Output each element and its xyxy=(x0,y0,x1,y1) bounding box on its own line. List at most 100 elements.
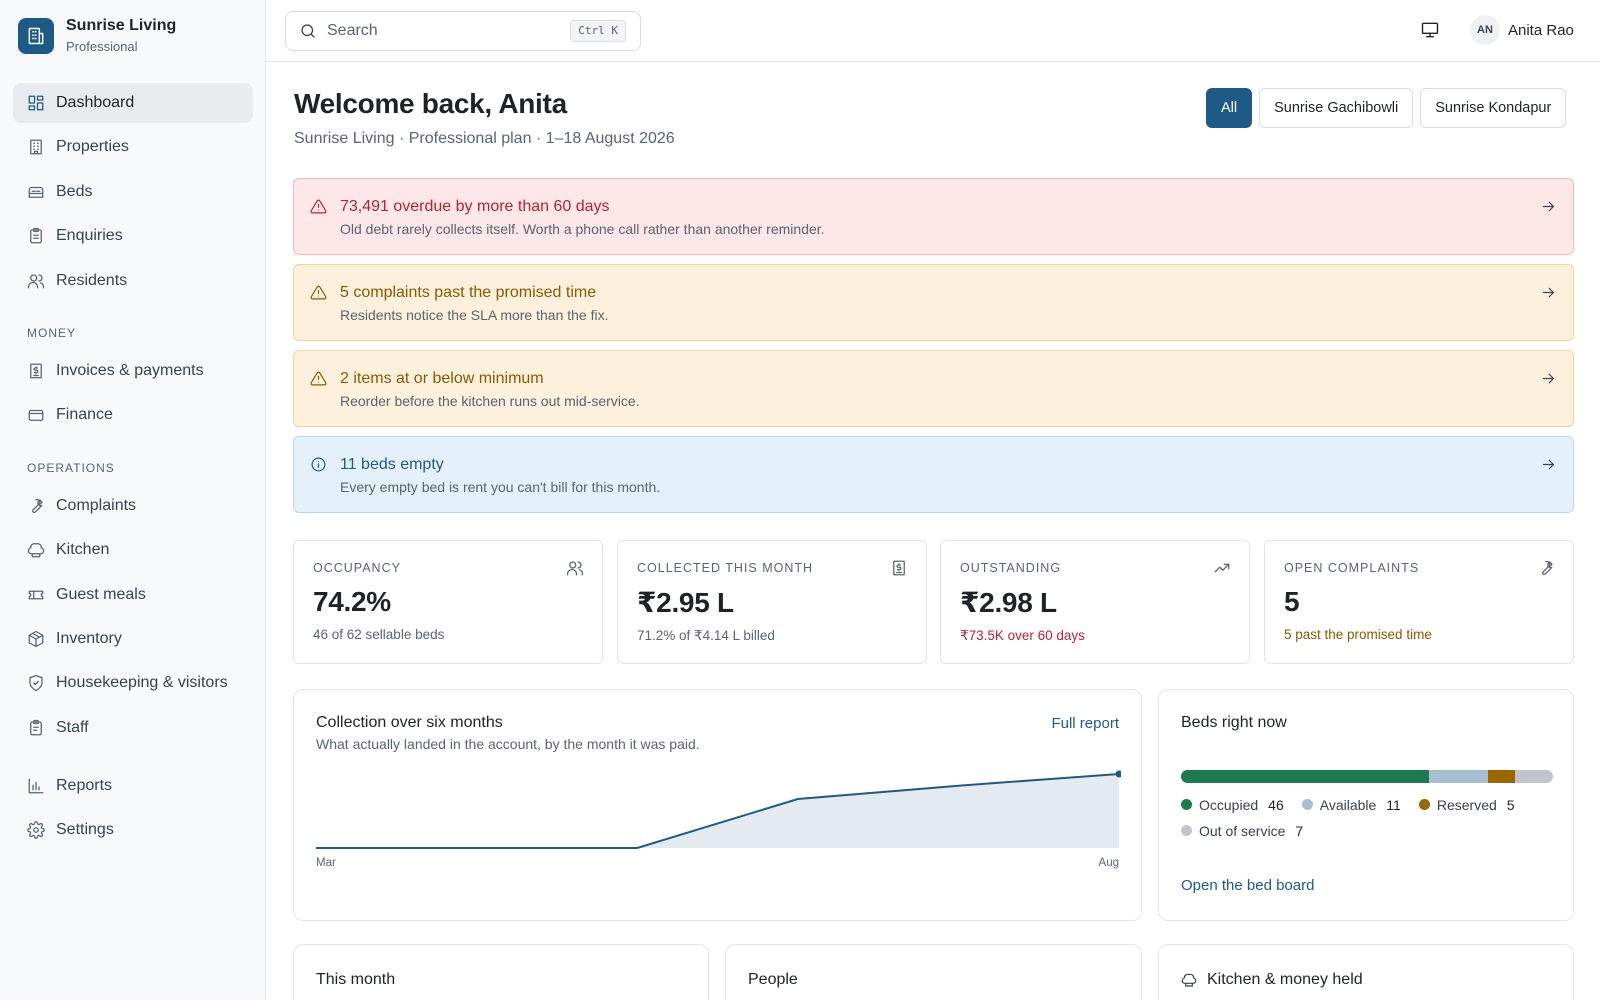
sidebar-item-finance[interactable]: Finance xyxy=(13,395,253,435)
wrench-icon xyxy=(1537,559,1555,577)
bed-icon xyxy=(27,183,45,201)
alert-empty-beds[interactable]: 11 beds empty Every empty bed is rent yo… xyxy=(293,436,1574,513)
users-icon xyxy=(27,272,45,290)
kpi-sub: 5 past the promised time xyxy=(1284,627,1432,642)
sidebar-item-label: Complaints xyxy=(56,496,137,514)
kpi-label: OPEN COMPLAINTS xyxy=(1284,561,1420,575)
kitchen-money-panel: Kitchen & money held xyxy=(1158,944,1574,1000)
brand-name: Sunrise Living xyxy=(66,17,177,34)
property-filter: All Sunrise Gachibowli Sunrise Kondapur xyxy=(1206,88,1567,128)
legend-label: Available xyxy=(1319,796,1377,813)
legend-reserved: Reserved 5 xyxy=(1418,796,1515,813)
sidebar-item-properties[interactable]: Properties xyxy=(13,127,253,167)
open-bed-board-link[interactable]: Open the bed board xyxy=(1181,877,1314,894)
bed-legend: Occupied 46 Available 11 Reserved 5 Out … xyxy=(1181,796,1561,839)
topbar: Search Ctrl K AN Anita Rao xyxy=(266,0,1600,62)
sidebar-item-label: Beds xyxy=(56,182,93,200)
dashboard-icon xyxy=(27,94,45,112)
chef-hat-icon xyxy=(27,541,45,559)
legend-dot xyxy=(1181,825,1192,836)
panel-title: Kitchen & money held xyxy=(1207,971,1363,988)
monitor-icon[interactable] xyxy=(1420,20,1440,40)
filter-gachibowli-button[interactable]: Sunrise Gachibowli xyxy=(1259,88,1414,128)
bed-segment-occupied xyxy=(1181,770,1429,783)
arrow-right-icon[interactable] xyxy=(1540,198,1557,215)
users-icon xyxy=(566,559,584,577)
brand[interactable]: Sunrise Living Professional xyxy=(18,16,176,56)
package-icon xyxy=(27,630,45,648)
sidebar-item-label: Finance xyxy=(56,406,113,424)
sidebar-item-reports[interactable]: Reports xyxy=(13,766,253,806)
legend-count: 7 xyxy=(1295,822,1304,839)
sidebar-item-inventory[interactable]: Inventory xyxy=(13,619,253,659)
sidebar-item-guest-meals[interactable]: Guest meals xyxy=(13,575,253,615)
full-report-link[interactable]: Full report xyxy=(1051,715,1119,732)
kpi-sub: 71.2% of ₹4.14 L billed xyxy=(637,628,775,643)
sidebar-item-kitchen[interactable]: Kitchen xyxy=(13,530,253,570)
sidebar-item-settings[interactable]: Settings xyxy=(13,810,253,850)
panel-title: Collection over six months xyxy=(316,714,503,731)
gear-icon xyxy=(27,821,45,840)
legend-out-of-service: Out of service 7 xyxy=(1181,822,1303,839)
kpi-label: COLLECTED THIS MONTH xyxy=(637,561,814,575)
alert-body: Residents notice the SLA more than the f… xyxy=(340,307,609,323)
bed-status-bar xyxy=(1181,770,1553,783)
kpi-occupancy: OCCUPANCY 74.2% 46 of 62 sellable beds xyxy=(293,540,603,664)
collection-panel: Collection over six months What actually… xyxy=(293,689,1142,921)
sidebar-item-housekeeping[interactable]: Housekeeping & visitors xyxy=(13,663,253,703)
alert-overdue[interactable]: 73,491 overdue by more than 60 days Old … xyxy=(293,178,1574,255)
chef-hat-icon xyxy=(1181,972,1197,988)
beds-panel: Beds right now Occupied 46 Available 11 … xyxy=(1158,689,1574,921)
warning-triangle-icon xyxy=(310,370,327,387)
kpi-value: ₹2.95 L xyxy=(637,587,734,618)
sidebar-nav: Dashboard Properties Beds Enquiries Resi… xyxy=(13,83,253,855)
sidebar-item-beds[interactable]: Beds xyxy=(13,172,253,212)
search-input[interactable]: Search Ctrl K xyxy=(285,11,641,51)
building-logo-icon xyxy=(18,18,54,54)
ticket-icon xyxy=(27,586,45,604)
warning-triangle-icon xyxy=(310,284,327,301)
alert-title: 5 complaints past the promised time xyxy=(340,284,597,301)
alert-title: 73,491 overdue by more than 60 days xyxy=(340,198,610,215)
bar-chart-icon xyxy=(27,777,45,795)
kpi-value: 74.2% xyxy=(313,586,391,617)
sidebar-item-complaints[interactable]: Complaints xyxy=(13,486,253,526)
sidebar-item-residents[interactable]: Residents xyxy=(13,261,253,301)
alert-inventory[interactable]: 2 items at or below minimum Reorder befo… xyxy=(293,350,1574,427)
legend-dot xyxy=(1418,799,1430,810)
search-shortcut: Ctrl K xyxy=(570,20,626,42)
arrow-right-icon[interactable] xyxy=(1540,370,1557,387)
panel-title: People xyxy=(748,971,798,988)
legend-dot xyxy=(1181,799,1192,810)
nav-section-money: MONEY xyxy=(27,325,77,340)
clipboard-icon xyxy=(27,227,45,245)
legend-count: 11 xyxy=(1386,796,1401,813)
legend-label: Reserved xyxy=(1436,796,1497,813)
sidebar-item-label: Housekeeping & visitors xyxy=(56,674,228,692)
credit-card-icon xyxy=(27,406,45,424)
people-panel: People xyxy=(725,944,1142,1000)
user-menu[interactable]: AN Anita Rao xyxy=(1470,15,1574,45)
sidebar-item-label: Staff xyxy=(56,718,89,736)
receipt-icon xyxy=(890,559,908,577)
building-icon xyxy=(27,138,45,156)
filter-all-button[interactable]: All xyxy=(1206,88,1253,128)
sidebar-item-invoices[interactable]: Invoices & payments xyxy=(13,351,253,391)
search-placeholder: Search xyxy=(327,22,378,39)
sidebar-item-dashboard[interactable]: Dashboard xyxy=(13,83,253,123)
this-month-panel: This month xyxy=(293,944,709,1000)
kpi-label: OUTSTANDING xyxy=(960,561,1062,575)
legend-count: 46 xyxy=(1268,796,1284,813)
sidebar-item-staff[interactable]: Staff xyxy=(13,708,253,748)
filter-kondapur-button[interactable]: Sunrise Kondapur xyxy=(1420,88,1567,128)
bed-segment-out-of-service xyxy=(1515,770,1553,783)
arrow-right-icon[interactable] xyxy=(1540,456,1557,473)
sidebar-item-label: Residents xyxy=(56,271,128,289)
alert-complaints[interactable]: 5 complaints past the promised time Resi… xyxy=(293,264,1574,341)
sidebar-item-label: Settings xyxy=(56,821,114,839)
sidebar-item-enquiries[interactable]: Enquiries xyxy=(13,216,253,256)
arrow-right-icon[interactable] xyxy=(1540,284,1557,301)
sidebar-item-label: Guest meals xyxy=(56,585,146,603)
